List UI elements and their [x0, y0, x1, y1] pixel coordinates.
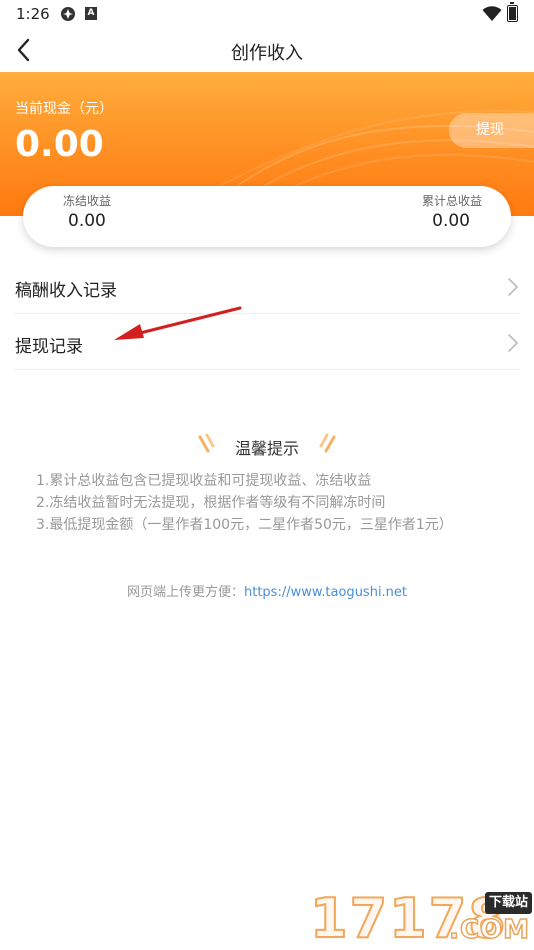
menu-item-label: 稿酬收入记录	[15, 281, 117, 301]
total-earnings-label: 累计总收益	[421, 194, 482, 208]
annotation-arrow-icon	[114, 306, 242, 340]
vpn-icon	[60, 6, 76, 26]
records-menu: 稿酬收入记录 提现记录	[15, 258, 519, 370]
balance-value: 0.00	[15, 124, 104, 165]
withdraw-button[interactable]: 提现	[449, 113, 534, 148]
sparkle-right-icon	[319, 433, 336, 453]
battery-icon	[507, 2, 518, 22]
total-earnings-value: 0.00	[432, 211, 470, 231]
tips-header: 温馨提示	[0, 433, 534, 458]
tip-line: 3.最低提现金额（一星作者100元，二星作者50元，三星作者1元）	[36, 517, 453, 533]
tips-title: 温馨提示	[234, 439, 299, 458]
watermark-suffix: .COM	[448, 914, 530, 946]
status-time: 1:26	[16, 5, 50, 23]
tips-list: 1.累计总收益包含已提现收益和可提现收益、冻结收益 2.冻结收益暂时无法提现，根…	[36, 470, 453, 536]
notification-app-icon: A	[85, 7, 97, 20]
chevron-right-icon	[508, 334, 518, 352]
wifi-icon	[482, 6, 502, 26]
earnings-stats-card: 冻结收益 0.00 累计总收益 0.00	[23, 186, 511, 247]
website-link[interactable]: https://www.taogushi.net	[244, 585, 407, 600]
site-watermark-logo: 17178 下载站 .COM	[306, 886, 534, 950]
frozen-earnings-value: 0.00	[68, 211, 106, 231]
frozen-earnings-label: 冻结收益	[63, 194, 112, 208]
menu-item-royalty-records[interactable]: 稿酬收入记录	[15, 258, 519, 314]
menu-item-label: 提现记录	[15, 337, 83, 357]
tip-line: 1.累计总收益包含已提现收益和可提现收益、冻结收益	[36, 473, 372, 489]
menu-item-withdraw-records[interactable]: 提现记录	[15, 314, 519, 370]
nav-bar: 创作收入	[0, 30, 534, 70]
status-bar: 1:26 A	[0, 0, 534, 30]
web-upload-hint: 网页端上传更方便：https://www.taogushi.net	[0, 581, 534, 600]
balance-label: 当前现金（元）	[15, 101, 113, 117]
page-title: 创作收入	[231, 43, 303, 64]
web-upload-label: 网页端上传更方便：	[126, 585, 244, 600]
chevron-right-icon	[508, 278, 518, 296]
watermark-badge: 下载站	[484, 892, 532, 914]
tip-line: 2.冻结收益暂时无法提现，根据作者等级有不同解冻时间	[36, 495, 386, 511]
